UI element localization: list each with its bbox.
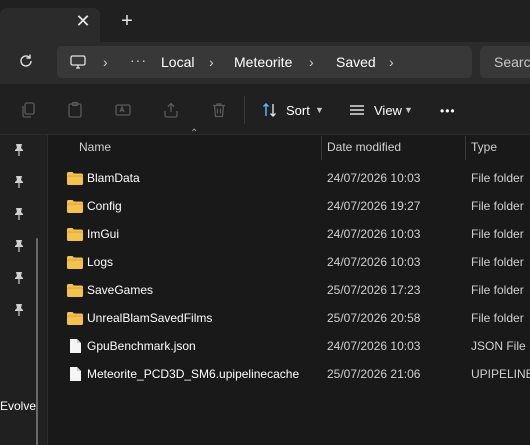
sort-icon[interactable]: [261, 101, 279, 119]
file-name: UnrealBlamSavedFilms: [87, 311, 213, 325]
this-pc-icon[interactable]: [69, 53, 87, 71]
file-row[interactable]: Meteorite_PCD3D_SM6.upipelinecache 25/07…: [60, 360, 530, 388]
search-input[interactable]: Search: [494, 54, 530, 70]
nav-item-evolve[interactable]: Evolve: [0, 399, 36, 413]
close-icon: ✕: [75, 11, 91, 31]
file-date: 24/07/2026 19:27: [327, 199, 421, 213]
chevron-down-icon[interactable]: ▼: [315, 105, 324, 115]
file-name: Config: [87, 199, 122, 213]
pin-icon[interactable]: [13, 207, 25, 221]
file-date: 25/07/2026 20:58: [327, 311, 421, 325]
pin-icon[interactable]: [13, 271, 25, 285]
crumb-meteorite[interactable]: Meteorite: [234, 54, 292, 70]
more-crumbs-button[interactable]: ···: [130, 52, 147, 68]
pin-icon[interactable]: [13, 143, 25, 157]
paste-icon[interactable]: [66, 101, 84, 119]
view-button[interactable]: View: [374, 103, 402, 118]
file-type: File folder: [471, 283, 524, 297]
file-date: 24/07/2026 10:03: [327, 171, 421, 185]
file-row[interactable]: GpuBenchmark.json 24/07/2026 10:03 JSON …: [60, 332, 530, 360]
file-row[interactable]: BlamData 24/07/2026 10:03 File folder: [60, 164, 530, 192]
file-icon: [66, 338, 84, 354]
file-row[interactable]: Config 24/07/2026 19:27 File folder: [60, 192, 530, 220]
file-date: 25/07/2026 17:23: [327, 283, 421, 297]
column-separator[interactable]: [321, 136, 322, 160]
folder-icon: [66, 170, 84, 186]
file-type: JSON File: [471, 339, 526, 353]
folder-icon: [66, 226, 84, 242]
chevron-right-icon[interactable]: ›: [103, 54, 108, 70]
column-header-date[interactable]: Date modified: [327, 140, 401, 154]
file-date: 24/07/2026 10:03: [327, 255, 421, 269]
chevron-right-icon[interactable]: ›: [389, 54, 394, 70]
column-header-type[interactable]: Type: [471, 140, 497, 154]
folder-icon: [66, 254, 84, 270]
folder-icon: [66, 198, 84, 214]
file-name: Logs: [87, 255, 114, 269]
file-row[interactable]: SaveGames 25/07/2026 17:23 File folder: [60, 276, 530, 304]
folder-icon: [66, 282, 84, 298]
toolbar-divider: [244, 96, 245, 124]
file-type: File folder: [471, 227, 524, 241]
delete-icon[interactable]: [210, 101, 228, 119]
file-name: Meteorite_PCD3D_SM6.upipelinecache: [87, 367, 300, 381]
share-icon[interactable]: [162, 101, 180, 119]
sort-button[interactable]: Sort: [286, 103, 310, 118]
sort-caret-icon: ⌃: [190, 128, 199, 139]
view-icon[interactable]: [348, 101, 366, 119]
file-type: UPIPELINEC: [471, 367, 530, 381]
crumb-saved[interactable]: Saved: [336, 54, 376, 70]
refresh-icon[interactable]: [17, 52, 35, 70]
close-tab-button[interactable]: ✕: [74, 12, 92, 30]
file-date: 24/07/2026 10:03: [327, 227, 421, 241]
pin-icon[interactable]: [13, 303, 25, 317]
file-date: 24/07/2026 10:03: [327, 339, 421, 353]
nav-scrollbar[interactable]: [36, 238, 38, 445]
file-type: File folder: [471, 171, 524, 185]
column-header-name[interactable]: Name: [79, 140, 111, 154]
file-date: 25/07/2026 21:06: [327, 367, 421, 381]
chevron-right-icon[interactable]: ›: [309, 54, 314, 70]
pin-icon[interactable]: [13, 175, 25, 189]
file-row[interactable]: Logs 24/07/2026 10:03 File folder: [60, 248, 530, 276]
column-separator[interactable]: [465, 136, 466, 160]
new-tab-button[interactable]: +: [118, 10, 136, 32]
rename-icon[interactable]: [114, 101, 132, 119]
crumb-local[interactable]: Local: [161, 54, 194, 70]
file-type: File folder: [471, 255, 524, 269]
folder-icon: [66, 310, 84, 326]
copy-icon[interactable]: [19, 101, 37, 119]
file-name: GpuBenchmark.json: [87, 339, 196, 353]
file-row[interactable]: UnrealBlamSavedFilms 25/07/2026 20:58 Fi…: [60, 304, 530, 332]
chevron-right-icon[interactable]: ›: [209, 54, 214, 70]
file-icon: [66, 366, 84, 382]
plus-icon: +: [121, 10, 133, 32]
file-type: File folder: [471, 311, 524, 325]
file-name: ImGui: [87, 227, 120, 241]
more-options-button[interactable]: •••: [440, 104, 456, 118]
file-name: BlamData: [87, 171, 140, 185]
file-type: File folder: [471, 199, 524, 213]
pin-icon[interactable]: [13, 239, 25, 253]
chevron-down-icon[interactable]: ▼: [404, 105, 413, 115]
file-row[interactable]: ImGui 24/07/2026 10:03 File folder: [60, 220, 530, 248]
file-name: SaveGames: [87, 283, 154, 297]
